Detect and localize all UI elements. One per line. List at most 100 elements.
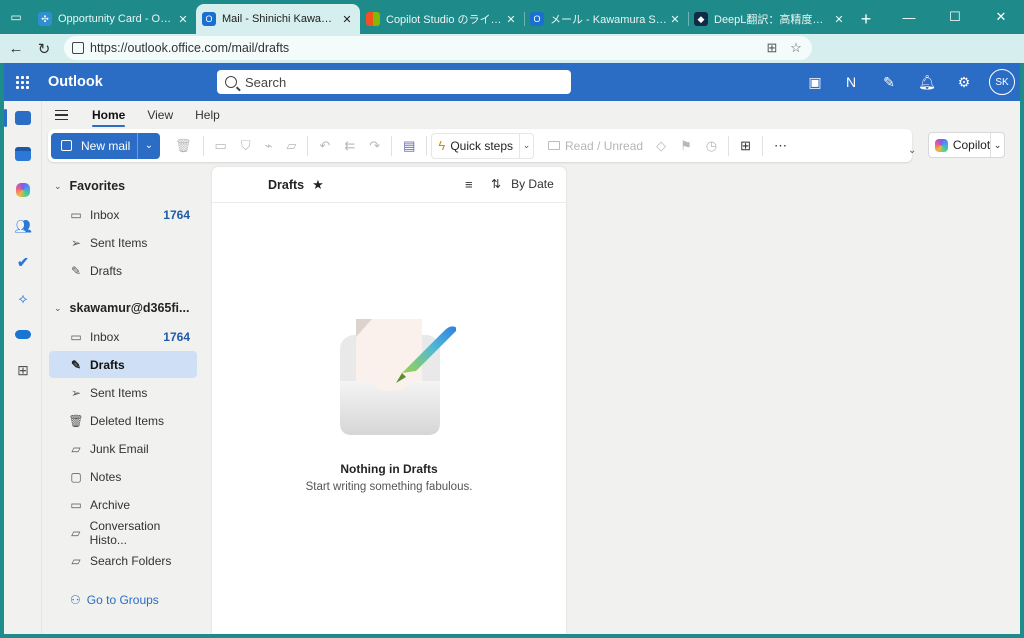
divider: [391, 135, 393, 156]
folder-inbox[interactable]: ▭ Inbox 1764: [49, 323, 197, 350]
search-icon: [225, 76, 237, 88]
filter-icon[interactable]: ≡: [465, 177, 473, 192]
avatar[interactable]: SK: [989, 69, 1015, 95]
expand-ribbon-chevron-icon[interactable]: ⌄: [908, 145, 916, 156]
more-apps-icon[interactable]: ⊞: [4, 355, 42, 385]
favorite-folder-sent-items[interactable]: ➢ Sent Items: [49, 229, 197, 256]
menu-hamburger-icon[interactable]: [46, 109, 76, 121]
move-to-icon[interactable]: ▱: [279, 133, 303, 159]
quick-steps-dropdown[interactable]: ⌄: [520, 132, 535, 159]
go-to-groups-link[interactable]: ⚇ Go to Groups: [70, 589, 159, 611]
envelope-icon: [548, 141, 561, 150]
tab-home[interactable]: Home: [92, 101, 126, 129]
browser-tab-mail-jp[interactable]: O メール - Kawamura Shinichi - ✕: [524, 4, 688, 34]
more-options-icon[interactable]: ⋯: [767, 133, 794, 159]
folder-label: Inbox: [90, 329, 120, 344]
app-title[interactable]: Outlook: [48, 74, 103, 90]
site-info-icon[interactable]: [72, 42, 84, 54]
favorite-star-icon[interactable]: ★: [312, 177, 324, 193]
favorite-folder-inbox[interactable]: ▭ Inbox 1764: [49, 201, 197, 228]
copilot-icon[interactable]: [4, 175, 42, 205]
ribbon-toolbar: New mail ⌄ 🗑︎ ▭ ⛉ ⌁ ▱ ↶ ⇇ ↷ ▤ ϟ Quick st…: [48, 129, 912, 162]
new-mail-button[interactable]: New mail: [51, 132, 137, 159]
refresh-icon[interactable]: ↻: [30, 36, 58, 62]
snooze-clock-icon[interactable]: ◷: [699, 133, 724, 159]
teams-share-icon[interactable]: ▤: [396, 133, 422, 159]
close-tab-icon[interactable]: ✕: [668, 13, 682, 26]
forward-icon[interactable]: ↷: [362, 133, 387, 159]
account-header[interactable]: ⌄ skawamur@d365fi...: [54, 297, 189, 319]
onedrive-icon[interactable]: [4, 319, 42, 349]
onenote-icon[interactable]: N: [840, 71, 862, 93]
divider: [307, 135, 309, 156]
search-input[interactable]: Search: [217, 70, 571, 94]
browser-tab-opportunity[interactable]: ✣ Opportunity Card - OP0000 ✕: [32, 4, 196, 34]
folder-archive[interactable]: ▭ Archive: [49, 491, 197, 518]
empty-state-subtitle: Start writing something fabulous.: [305, 481, 473, 493]
mail-icon[interactable]: [4, 103, 42, 133]
close-tab-icon[interactable]: ✕: [340, 13, 354, 26]
archive-icon[interactable]: ▭: [208, 133, 234, 159]
report-icon[interactable]: ⛉: [234, 133, 258, 159]
archive-icon: ▭: [70, 497, 82, 512]
back-icon[interactable]: ←: [2, 36, 30, 62]
apps-icon[interactable]: ⊞: [733, 133, 758, 159]
browser-tab-mail[interactable]: O Mail - Shinichi Kawamura - ✕: [196, 4, 360, 34]
copilot-label: Copilot: [952, 138, 991, 152]
app-available-icon[interactable]: ⊞: [764, 40, 780, 56]
favorite-folder-drafts[interactable]: ✎ Drafts: [49, 257, 197, 284]
new-mail-dropdown[interactable]: ⌄: [137, 132, 160, 159]
tab-view[interactable]: View: [147, 101, 173, 129]
tab-actions-icon[interactable]: ▭: [0, 0, 32, 34]
chevron-down-icon: ⌄: [54, 302, 62, 313]
close-window-icon[interactable]: ✕: [978, 0, 1024, 34]
outlook-header: Outlook Search ▣ N ✎ 🔔︎ ⚙ SK: [4, 63, 1020, 101]
calendar-icon[interactable]: [4, 139, 42, 169]
unread-count: 1764: [163, 207, 190, 222]
quick-steps-button[interactable]: ϟ Quick steps: [431, 132, 521, 159]
sort-label: By Date: [511, 177, 554, 191]
todo-icon[interactable]: ✔: [4, 247, 42, 277]
browser-tab-copilot-studio[interactable]: Copilot Studio のライセンス - ✕: [360, 4, 524, 34]
folder-sent-items[interactable]: ➢ Sent Items: [49, 379, 197, 406]
favorite-star-icon[interactable]: ☆: [788, 40, 804, 56]
flag-icon[interactable]: ⚑: [673, 133, 699, 159]
minimize-icon[interactable]: —: [886, 0, 932, 34]
delete-icon[interactable]: 🗑︎: [168, 133, 199, 159]
browser-tab-deepl[interactable]: ◆ DeepL翻訳：高精度な翻訳 ✕: [688, 4, 852, 34]
close-tab-icon[interactable]: ✕: [832, 13, 846, 26]
people-icon[interactable]: 👥︎: [4, 211, 42, 241]
window-controls: — ☐ ✕: [886, 0, 1024, 34]
address-bar[interactable]: https://outlook.office.com/mail/drafts ⊞…: [64, 36, 812, 60]
send-icon: ➢: [70, 385, 82, 400]
url-text: https://outlook.office.com/mail/drafts: [90, 41, 290, 55]
copilot-dropdown[interactable]: ⌄: [990, 133, 1004, 157]
sweep-icon[interactable]: ⌁: [258, 133, 280, 159]
app-launcher-icon[interactable]: [4, 63, 40, 101]
reply-all-icon[interactable]: ⇇: [337, 133, 362, 159]
teams-chat-icon[interactable]: ▣: [804, 71, 826, 93]
maximize-icon[interactable]: ☐: [932, 0, 978, 34]
sort-icon: ⇅: [491, 177, 502, 191]
reply-icon[interactable]: ↶: [312, 133, 337, 159]
folder-notes[interactable]: ▢ Notes: [49, 463, 197, 490]
close-tab-icon[interactable]: ✕: [176, 13, 190, 26]
tab-help[interactable]: Help: [195, 101, 220, 129]
close-tab-icon[interactable]: ✕: [504, 13, 518, 26]
folder-search-folders[interactable]: ▱ Search Folders: [49, 547, 197, 574]
divider: [426, 135, 428, 156]
read-unread-button[interactable]: Read / Unread: [542, 139, 649, 153]
favorites-header[interactable]: ⌄ Favorites: [54, 175, 125, 197]
sort-button[interactable]: ⇅ By Date: [491, 177, 554, 191]
folder-deleted-items[interactable]: 🗑︎ Deleted Items: [49, 407, 197, 434]
tag-icon[interactable]: ◇: [649, 133, 673, 159]
folder-drafts[interactable]: ✎ Drafts: [49, 351, 197, 378]
settings-gear-icon[interactable]: ⚙: [953, 71, 975, 93]
org-explorer-icon[interactable]: ⟡: [4, 283, 42, 313]
new-tab-button[interactable]: +: [852, 4, 880, 34]
folder-junk-email[interactable]: ▱ Junk Email: [49, 435, 197, 462]
notifications-bell-icon[interactable]: 🔔︎: [916, 71, 938, 93]
folder-conversation-history[interactable]: ▱ Conversation Histo...: [49, 519, 197, 547]
my-day-icon[interactable]: ✎: [878, 71, 900, 93]
copilot-button[interactable]: Copilot ⌄: [928, 132, 1005, 158]
